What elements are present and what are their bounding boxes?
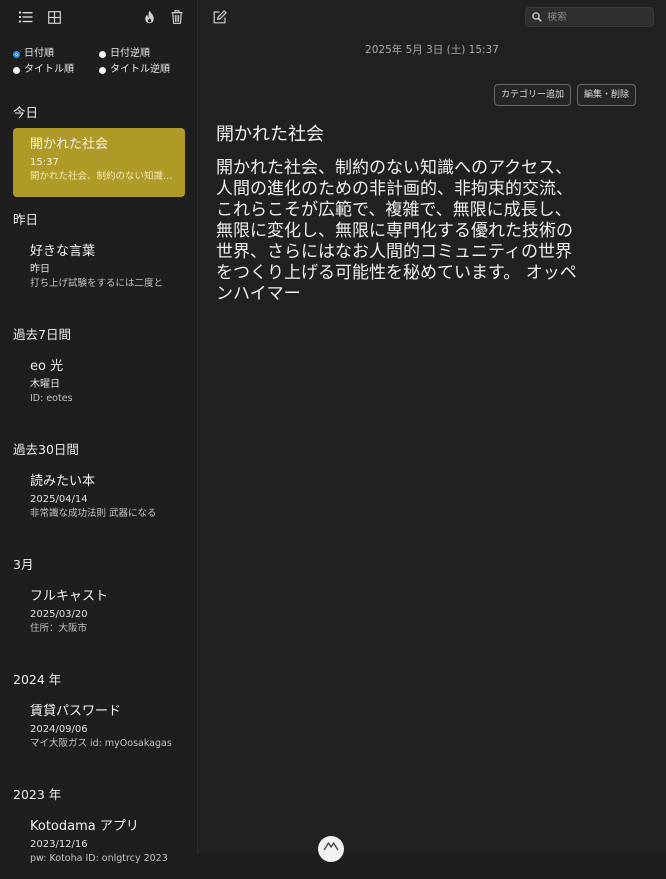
sort-title-desc-label: タイトル逆順 bbox=[110, 62, 170, 78]
sort-date-asc[interactable]: 日付順 bbox=[13, 46, 99, 62]
add-category-button[interactable]: カテゴリー追加 bbox=[494, 84, 571, 106]
search-input[interactable] bbox=[547, 12, 637, 23]
note-item-preview: ID: eotes bbox=[30, 392, 175, 406]
note-item-date: 2023/12/16 bbox=[30, 838, 185, 852]
note-item-date: 木曜日 bbox=[30, 378, 185, 392]
app-window: 日付順 日付逆順 タイトル順 タイトル逆順 今日 bbox=[0, 0, 666, 854]
flame-button[interactable] bbox=[137, 5, 161, 29]
group-header-today: 今日 bbox=[0, 104, 198, 122]
note-item-kotodama-app[interactable]: Kotodama アプリ 2023/12/16 pw: Kotoha ID: o… bbox=[13, 810, 185, 879]
trash-button[interactable] bbox=[165, 5, 189, 29]
note-item-title: フルキャスト bbox=[30, 589, 185, 605]
note-item-preview: 開かれた社会、制約のない知識へのアクセス bbox=[30, 170, 175, 184]
note-datetime: 2025年 5月 3日 (土) 15:37 bbox=[198, 42, 666, 57]
note-item-rental-password[interactable]: 賃貸パスワード 2024/09/06 マイ大阪ガス id: myOosakaga… bbox=[13, 695, 185, 764]
note-title[interactable]: 開かれた社会 bbox=[216, 120, 324, 146]
note-item-preview: 住所：大阪市 bbox=[30, 622, 175, 636]
editor-pane: 2025年 5月 3日 (土) 15:37 カテゴリー追加 編集・削除 開かれた… bbox=[198, 0, 666, 854]
note-item-title: 読みたい本 bbox=[30, 474, 185, 490]
sort-title-asc[interactable]: タイトル順 bbox=[13, 62, 99, 78]
editor-toolbar bbox=[198, 0, 666, 34]
note-item-title: 開かれた社会 bbox=[30, 137, 185, 153]
group-header-2024: 2024 年 bbox=[0, 671, 198, 689]
trash-icon bbox=[171, 10, 183, 24]
sort-date-asc-label: 日付順 bbox=[24, 46, 54, 62]
group-header-2023: 2023 年 bbox=[0, 786, 198, 804]
note-item-preview: 非常識な成功法則 武器になる bbox=[30, 507, 175, 521]
note-item-open-society[interactable]: 開かれた社会 15:37 開かれた社会、制約のない知識へのアクセス bbox=[13, 128, 185, 197]
edit-icon bbox=[213, 10, 227, 24]
app-logo[interactable] bbox=[318, 836, 344, 862]
radio-title-desc[interactable] bbox=[99, 67, 106, 74]
flame-icon bbox=[144, 10, 155, 24]
note-item-preview: 打ち上げ試験をするには二度と bbox=[30, 277, 175, 291]
sort-title-asc-label: タイトル順 bbox=[24, 62, 74, 78]
note-body[interactable]: 開かれた社会、制約のない知識へのアクセス、 人間の進化のための非計画的、非拘束的… bbox=[216, 158, 656, 305]
sort-options: 日付順 日付逆順 タイトル順 タイトル逆順 bbox=[13, 46, 193, 78]
note-item-books-to-read[interactable]: 読みたい本 2025/04/14 非常識な成功法則 武器になる bbox=[13, 465, 185, 534]
grid-view-button[interactable] bbox=[42, 5, 66, 29]
note-item-date: 2024/09/06 bbox=[30, 723, 185, 737]
sidebar: 日付順 日付逆順 タイトル順 タイトル逆順 今日 bbox=[0, 0, 198, 854]
grid-view-icon bbox=[48, 11, 61, 24]
radio-date-desc[interactable] bbox=[99, 51, 106, 58]
sort-date-desc[interactable]: 日付逆順 bbox=[99, 46, 185, 62]
note-item-title: 好きな言葉 bbox=[30, 244, 185, 260]
group-header-march: 3月 bbox=[0, 556, 198, 574]
note-item-preview: マイ大阪ガス id: myOosakagas bbox=[30, 737, 175, 751]
edit-delete-button[interactable]: 編集・削除 bbox=[577, 84, 636, 106]
group-header-last-30-days: 過去30日間 bbox=[0, 441, 198, 459]
edit-button[interactable] bbox=[208, 5, 232, 29]
list-view-button[interactable] bbox=[14, 5, 38, 29]
note-item-fullcast[interactable]: フルキャスト 2025/03/20 住所：大阪市 bbox=[13, 580, 185, 649]
note-item-title: Kotodama アプリ bbox=[30, 819, 185, 835]
list-view-icon bbox=[19, 11, 33, 23]
search-box[interactable] bbox=[525, 7, 654, 27]
search-icon bbox=[532, 12, 542, 22]
group-header-yesterday: 昨日 bbox=[0, 211, 198, 229]
note-item-date: 2025/04/14 bbox=[30, 493, 185, 507]
note-actions: カテゴリー追加 編集・削除 bbox=[488, 84, 636, 106]
sort-date-desc-label: 日付逆順 bbox=[110, 46, 150, 62]
note-item-title: eo 光 bbox=[30, 359, 185, 375]
note-item-favorite-words[interactable]: 好きな言葉 昨日 打ち上げ試験をするには二度と bbox=[13, 235, 185, 304]
note-item-date: 15:37 bbox=[30, 156, 185, 170]
note-item-title: 賃貸パスワード bbox=[30, 704, 185, 720]
note-item-eo-hikari[interactable]: eo 光 木曜日 ID: eotes bbox=[13, 350, 185, 419]
radio-title-asc[interactable] bbox=[13, 67, 20, 74]
note-item-date: 2025/03/20 bbox=[30, 608, 185, 622]
sort-title-desc[interactable]: タイトル逆順 bbox=[99, 62, 185, 78]
sidebar-toolbar bbox=[0, 0, 197, 34]
note-list: 今日 開かれた社会 15:37 開かれた社会、制約のない知識へのアクセス 昨日 … bbox=[0, 96, 198, 879]
group-header-last-7-days: 過去7日間 bbox=[0, 326, 198, 344]
note-item-date: 昨日 bbox=[30, 263, 185, 277]
radio-date-asc[interactable] bbox=[13, 51, 20, 58]
note-item-preview: pw: Kotoha ID: onlgtrcy 2023 bbox=[30, 852, 175, 866]
app-logo-icon bbox=[323, 841, 339, 851]
